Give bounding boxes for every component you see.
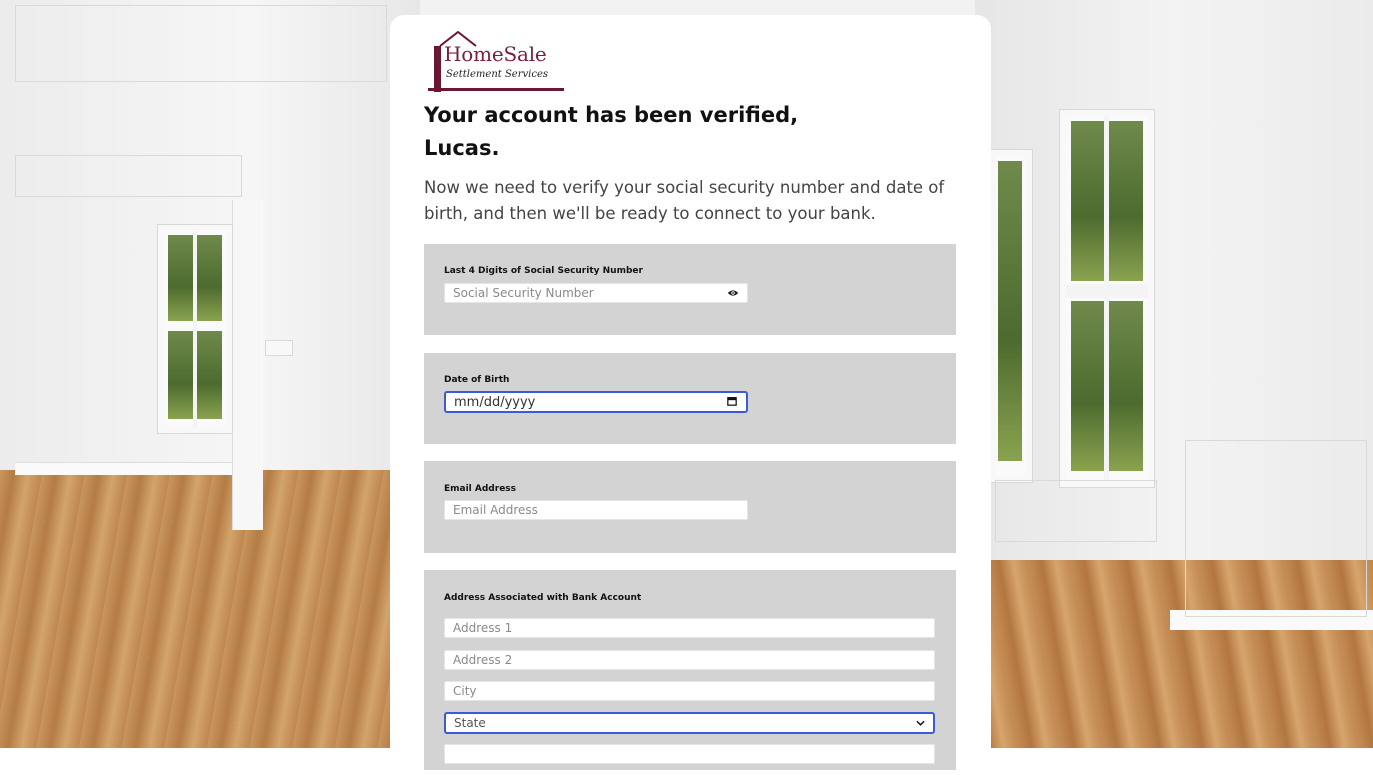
page-title: Your account has been verified, Lucas.	[424, 99, 964, 165]
transom-panel	[15, 155, 242, 197]
logo-name: HomeSale	[444, 42, 547, 66]
chevron-down-icon[interactable]	[916, 719, 925, 727]
ssn-input[interactable]: Social Security Number	[444, 283, 748, 303]
ssn-placeholder: Social Security Number	[453, 286, 594, 300]
address2-input[interactable]: Address 2	[444, 650, 935, 670]
address-section: Address Associated with Bank Account Add…	[424, 570, 956, 770]
dob-input[interactable]: mm/dd/yyyy	[444, 391, 748, 413]
email-input[interactable]: Email Address	[444, 500, 748, 520]
wall-panel	[1185, 440, 1367, 617]
ceiling-panel	[15, 5, 387, 82]
left-baseboard	[15, 462, 245, 475]
title-line-1: Your account has been verified,	[424, 103, 799, 127]
logo-tagline: Settlement Services	[446, 69, 549, 80]
light-switch	[265, 340, 293, 356]
city-placeholder: City	[453, 684, 477, 698]
email-label: Email Address	[444, 484, 517, 494]
dob-section: Date of Birth mm/dd/yyyy	[424, 353, 956, 444]
logo-bar	[434, 46, 441, 92]
zip-input[interactable]	[444, 744, 935, 764]
title-line-2: Lucas.	[424, 136, 500, 160]
dob-placeholder: mm/dd/yyyy	[454, 395, 536, 410]
left-floor	[0, 470, 420, 748]
ssn-label: Last 4 Digits of Social Security Number	[444, 266, 643, 276]
state-selected-value: State	[454, 716, 486, 730]
calendar-icon[interactable]	[726, 396, 738, 406]
email-section: Email Address Email Address	[424, 461, 956, 553]
address1-placeholder: Address 1	[453, 621, 513, 635]
door-frame	[232, 200, 263, 530]
company-logo: HomeSale Settlement Services	[424, 30, 564, 94]
page-subtitle: Now we need to verify your social securi…	[424, 178, 945, 223]
dob-label: Date of Birth	[444, 375, 510, 385]
ssn-section: Last 4 Digits of Social Security Number …	[424, 244, 956, 335]
email-placeholder: Email Address	[453, 503, 538, 517]
left-window	[158, 225, 232, 433]
city-input[interactable]: City	[444, 681, 935, 701]
verification-card: HomeSale Settlement Services Your accoun…	[390, 15, 991, 775]
side-window	[990, 150, 1032, 482]
address-label: Address Associated with Bank Account	[444, 593, 642, 603]
address1-input[interactable]: Address 1	[444, 618, 935, 638]
wainscot-panel	[995, 480, 1157, 542]
right-window	[1060, 110, 1154, 487]
eye-icon[interactable]	[727, 288, 739, 298]
state-select[interactable]: State	[444, 712, 935, 734]
logo-underline	[428, 88, 564, 91]
address2-placeholder: Address 2	[453, 653, 513, 667]
